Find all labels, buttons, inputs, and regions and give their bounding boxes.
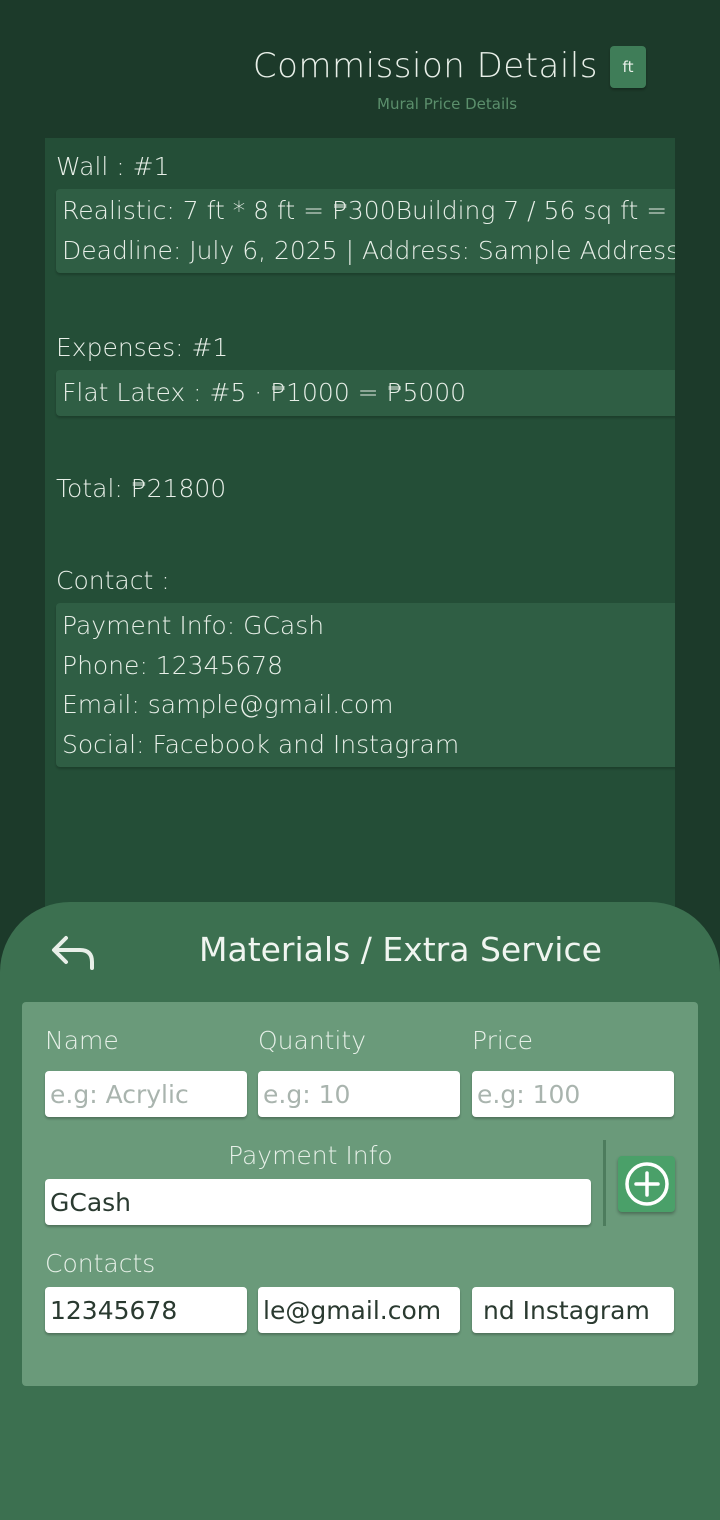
contact-label: Contact : [56,566,170,595]
materials-sheet: Materials / Extra Service Name Quantity … [0,902,720,1520]
name-label: Name [45,1026,119,1055]
wall-line: Deadline: July 6, 2025 | Address: Sample… [62,235,675,265]
contact-line: Email: sample@gmail.com [62,690,394,719]
expenses-box: Flat Latex : #5 · ₱1000 = ₱5000 [56,370,675,416]
add-button[interactable] [618,1156,675,1212]
divider [603,1140,606,1226]
payment-info-input[interactable] [45,1179,591,1225]
email-input[interactable] [258,1287,460,1333]
page-title: Commission Details [252,46,598,86]
wall-label: Wall : #1 [56,152,170,181]
payment-info-label: Payment Info [228,1141,393,1170]
contact-line: Payment Info: GCash [62,611,325,640]
name-input[interactable] [45,1071,247,1117]
social-input[interactable] [472,1287,674,1333]
expenses-label: Expenses: #1 [56,333,229,362]
wall-details-box: Realistic: 7 ft * 8 ft = ₱300Building 7 … [56,189,675,273]
unit-toggle-button[interactable]: ft [610,46,646,88]
contact-line: Phone: 12345678 [62,650,284,680]
expense-line: Flat Latex : #5 · ₱1000 = ₱5000 [62,378,467,407]
wall-line: Realistic: 7 ft * 8 ft = ₱300Building 7 … [62,196,675,225]
price-label: Price [472,1026,533,1055]
sheet-title: Materials / Extra Service [199,930,602,969]
contact-box: Payment Info: GCash Phone: 12345678 Emai… [56,603,675,767]
total-label: Total: ₱21800 [56,474,227,503]
commission-details-card: Wall : #1 Realistic: 7 ft * 8 ft = ₱300B… [45,138,675,938]
contacts-label: Contacts [45,1249,156,1278]
page-subtitle: Mural Price Details [377,95,518,113]
plus-circle-icon [624,1162,669,1206]
contact-line: Social: Facebook and Instagram [62,729,460,759]
material-form-panel: Name Quantity Price Payment Info Contact… [22,1002,698,1386]
quantity-label: Quantity [258,1026,367,1055]
phone-input[interactable] [45,1287,247,1333]
quantity-input[interactable] [258,1071,460,1117]
price-input[interactable] [472,1071,674,1117]
header: Commission Details ft Mural Price Detail… [0,44,720,124]
back-arrow-icon[interactable] [50,932,98,972]
